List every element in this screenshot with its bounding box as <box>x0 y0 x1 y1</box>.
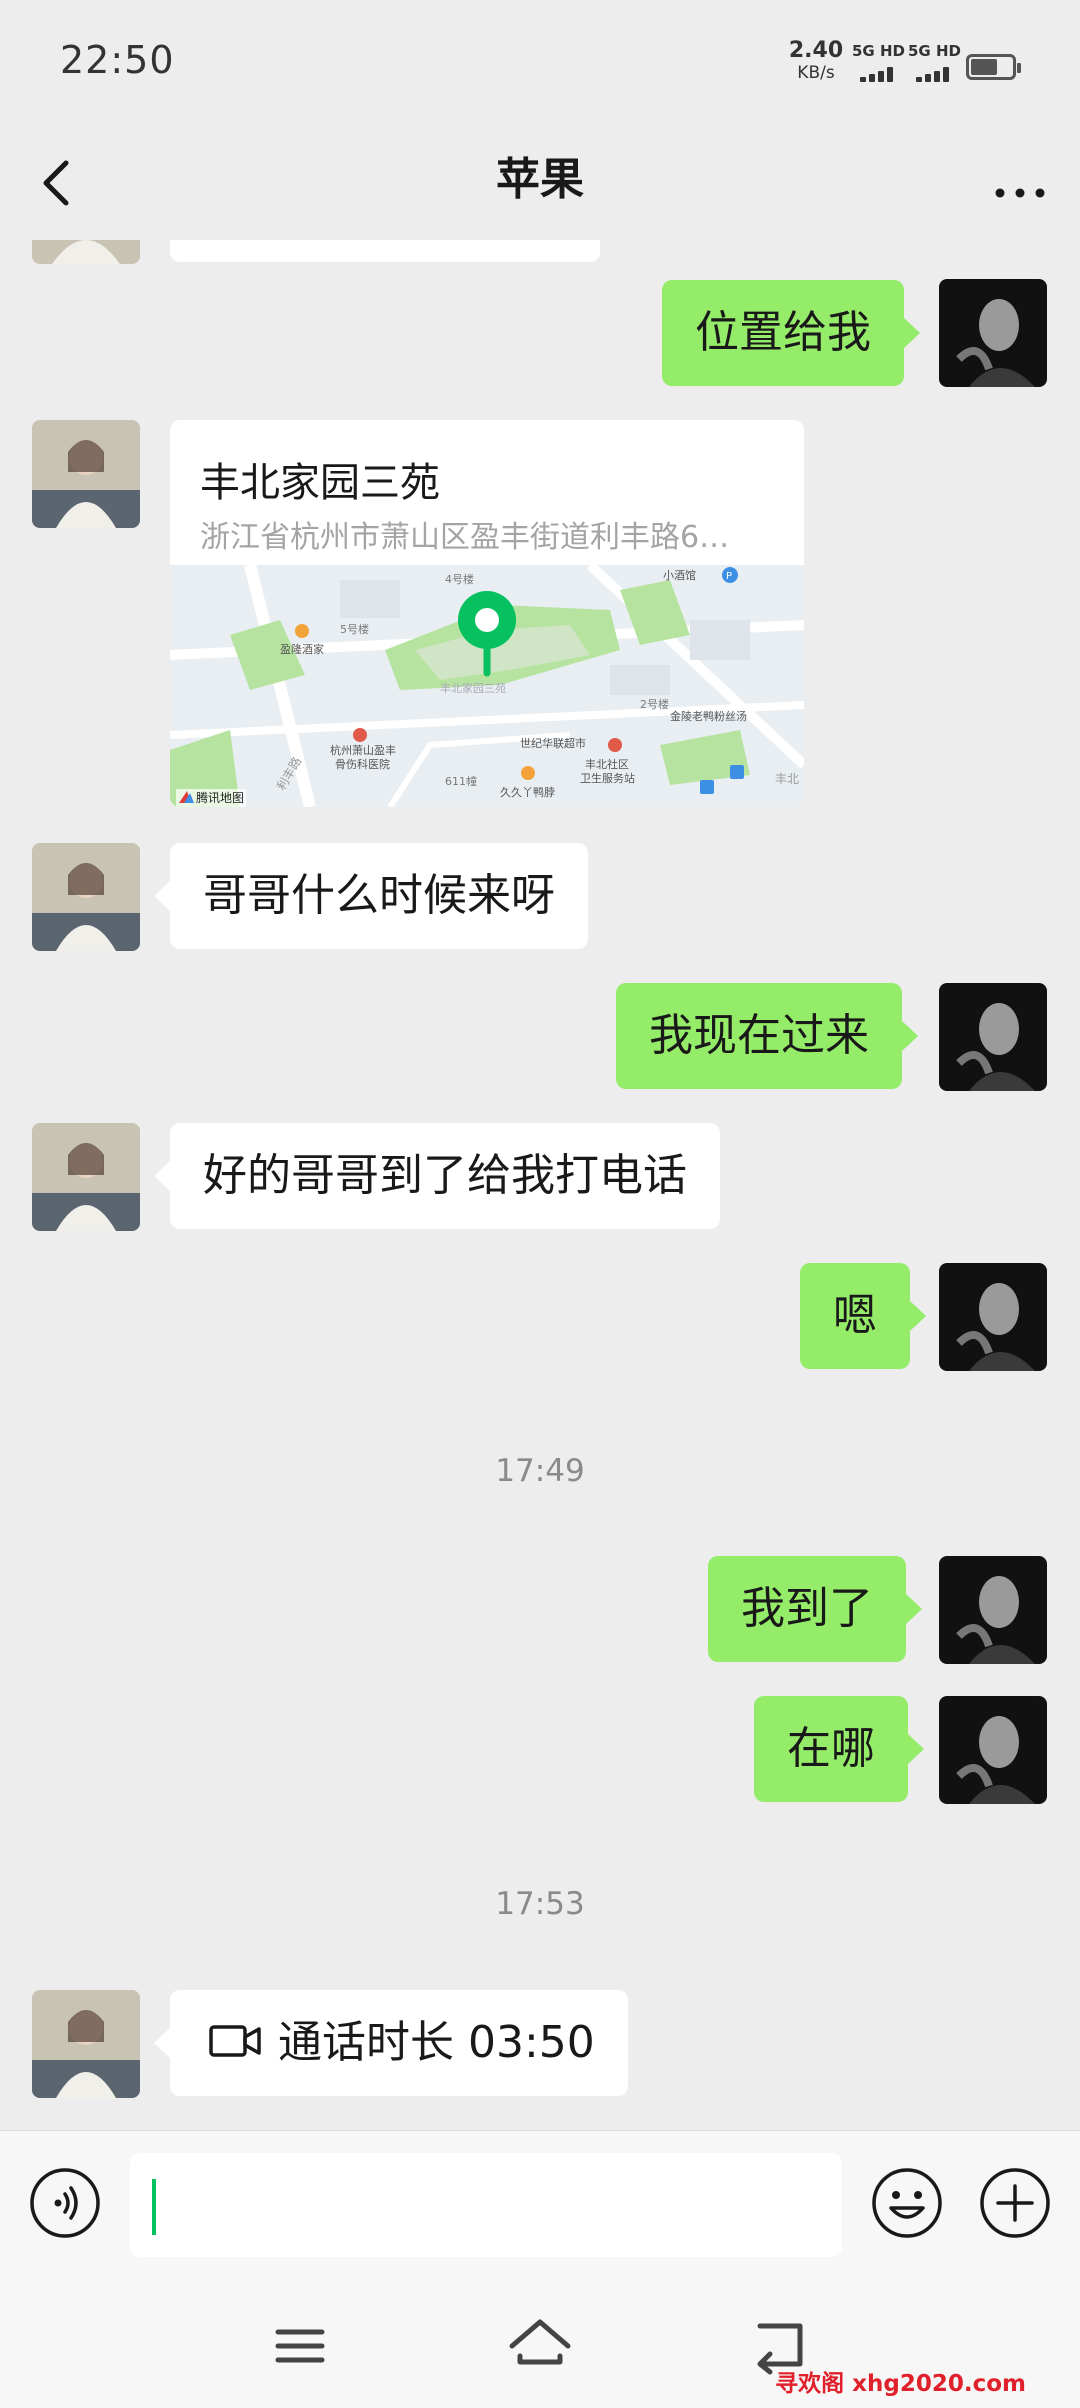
message-input[interactable] <box>130 2153 842 2257</box>
map-label: 骨伤科医院 <box>335 757 390 771</box>
watermark: 寻欢阁 xhg2020.com <box>775 2371 1026 2397</box>
contact-avatar[interactable] <box>32 1990 140 2098</box>
emoji-button[interactable] <box>870 2166 944 2240</box>
map-label: 611幢 <box>445 774 477 788</box>
contact-avatar[interactable] <box>32 843 140 951</box>
signal-label-1: 5G HD <box>852 42 905 60</box>
back-button[interactable] <box>30 145 90 215</box>
battery-icon <box>966 54 1021 80</box>
message-list[interactable]: 位置给我 丰北家园三苑 浙江省杭州市萧山区盈丰街道利丰路6… 4号楼 5号楼 盈… <box>0 240 1080 2130</box>
message-bubble-received[interactable]: 好的哥哥到了给我打电话 <box>154 1123 720 1229</box>
contact-avatar[interactable] <box>32 420 140 528</box>
map-label: 丰北 <box>775 772 799 786</box>
message-bubble-sent[interactable]: 我到了 <box>708 1556 922 1662</box>
chevron-left-icon <box>43 160 69 206</box>
map-label: 丰北社区 <box>585 757 629 771</box>
voice-input-button[interactable] <box>28 2166 102 2240</box>
more-icon <box>995 188 1045 198</box>
system-navigation-bar: 寻欢阁 xhg2020.com <box>0 2278 1080 2408</box>
my-avatar[interactable] <box>939 1556 1047 1664</box>
chat-title: 苹果 <box>496 154 584 205</box>
menu-icon <box>275 2329 325 2363</box>
more-options-button[interactable] <box>990 145 1050 215</box>
map-label: 盈隆酒家 <box>280 642 324 656</box>
map-label: 世纪华联超市 <box>520 736 586 750</box>
video-camera-icon <box>209 2025 261 2057</box>
video-call-duration: 通话时长 03:50 <box>278 2017 595 2068</box>
map-label: P <box>726 571 732 582</box>
network-speed-value: 2.40 <box>788 38 844 63</box>
map-provider-label: 腾讯地图 <box>196 790 244 805</box>
signal-icon: 5G HD <box>908 42 961 84</box>
contact-avatar[interactable] <box>32 240 140 264</box>
signal-label-2: 5G HD <box>908 42 961 60</box>
message-bubble-sent[interactable]: 在哪 <box>754 1696 924 1802</box>
add-more-button[interactable] <box>978 2166 1052 2240</box>
message-bubble-sent[interactable]: 我现在过来 <box>616 983 918 1089</box>
signal-icon: 5G HD <box>852 42 905 84</box>
network-speed-unit: KB/s <box>797 63 835 83</box>
video-call-message[interactable]: 通话时长 03:50 <box>154 1990 628 2096</box>
input-bar <box>0 2130 1080 2278</box>
map-label: 2号楼 <box>640 697 669 711</box>
chat-screen: 22:50 2.40 KB/s 5G HD 5G HD 苹果 位置给我 丰北家园… <box>0 0 1080 2408</box>
message-bubble-sent[interactable]: 位置给我 <box>662 280 920 386</box>
map-label: 4号楼 <box>445 572 474 586</box>
network-speed: 2.40 KB/s <box>788 40 844 84</box>
map-label: 卫生服务站 <box>580 771 635 785</box>
map-label: 金陵老鸭粉丝汤 <box>670 709 747 723</box>
my-avatar[interactable] <box>939 279 1047 387</box>
chat-header: 苹果 <box>0 125 1080 240</box>
map-label: 小酒馆 <box>663 568 696 582</box>
location-map: 4号楼 5号楼 盈隆酒家 小酒馆 P 丰北家园三苑 2号楼 金陵老鸭粉丝汤 杭州… <box>170 565 804 807</box>
my-avatar[interactable] <box>939 1696 1047 1804</box>
recent-apps-button[interactable] <box>260 2306 340 2386</box>
map-label: 杭州萧山盈丰 <box>330 743 396 757</box>
status-bar: 22:50 2.40 KB/s 5G HD 5G HD <box>0 0 1080 125</box>
map-label: 5号楼 <box>340 622 369 636</box>
my-avatar[interactable] <box>939 983 1047 1091</box>
contact-avatar[interactable] <box>32 1123 140 1231</box>
message-timestamp: 17:49 <box>495 1453 585 1489</box>
home-button[interactable] <box>500 2306 580 2386</box>
map-label: 久久丫鸭脖 <box>500 786 555 799</box>
location-name: 丰北家园三苑 <box>200 460 440 506</box>
plus-icon <box>980 2168 1050 2238</box>
status-time: 22:50 <box>60 38 175 82</box>
message-bubble-partial[interactable] <box>170 240 600 262</box>
map-label: 丰北家园三苑 <box>440 681 506 695</box>
message-bubble-sent[interactable]: 嗯 <box>800 1263 926 1369</box>
message-timestamp: 17:53 <box>495 1886 585 1922</box>
location-address: 浙江省杭州市萧山区盈丰街道利丰路6… <box>200 520 730 555</box>
my-avatar[interactable] <box>939 1263 1047 1371</box>
location-card[interactable]: 丰北家园三苑 浙江省杭州市萧山区盈丰街道利丰路6… 4号楼 5号楼 盈隆酒家 小… <box>170 420 804 807</box>
home-icon <box>509 2319 571 2365</box>
voice-icon <box>30 2168 100 2238</box>
message-bubble-received[interactable]: 哥哥什么时候来呀 <box>154 843 588 949</box>
text-cursor <box>152 2179 156 2235</box>
emoji-icon <box>872 2168 942 2238</box>
